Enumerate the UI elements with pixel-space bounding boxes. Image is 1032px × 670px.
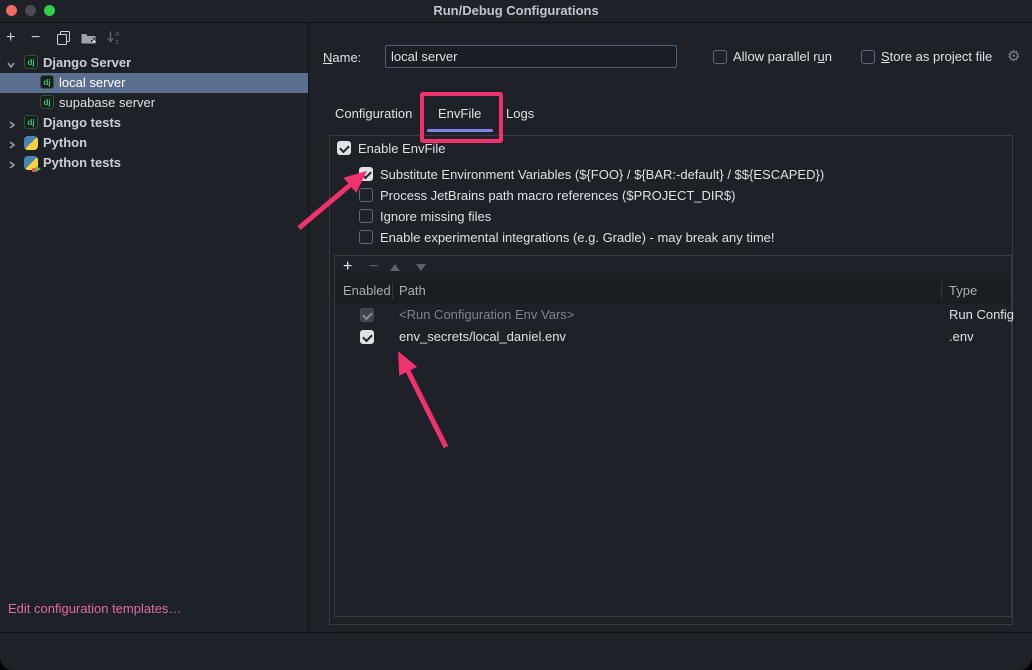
row-type: Run Config (949, 307, 1014, 322)
table-row-env-secrets[interactable]: env_secrets/local_daniel.env .env (335, 326, 1011, 348)
remove-env-file-button[interactable]: − (369, 259, 378, 275)
chevron-right-icon[interactable] (7, 118, 17, 133)
enable-envfile-label: Enable EnvFile (358, 141, 445, 156)
django-server-icon: dj (40, 95, 54, 109)
python-tests-icon (24, 156, 38, 170)
tab-logs[interactable]: Logs (506, 106, 534, 130)
store-as-project-file-checkbox[interactable] (861, 50, 875, 64)
remove-configuration-button[interactable]: − (31, 30, 40, 46)
store-as-project-file-label: Store as project file (881, 49, 992, 64)
env-files-table: + − Enabled Path Type <Run Configuration… (334, 255, 1012, 617)
sidebar-divider (308, 22, 309, 632)
name-input[interactable] (385, 45, 677, 68)
tree-item-django-tests[interactable]: dj Django tests (0, 113, 308, 133)
add-env-file-button[interactable]: + (343, 259, 352, 275)
process-path-macro-label: Process JetBrains path macro references … (380, 188, 735, 203)
ignore-missing-files-label: Ignore missing files (380, 209, 491, 224)
titlebar: Run/Debug Configurations (0, 0, 1032, 23)
edit-configuration-templates-link[interactable]: Edit configuration templates… (8, 601, 181, 616)
tree-item-django-server[interactable]: dj Django Server (0, 53, 308, 73)
move-up-icon[interactable] (390, 264, 400, 271)
experimental-integrations-label: Enable experimental integrations (e.g. G… (380, 230, 775, 245)
copy-configuration-icon[interactable] (56, 30, 71, 48)
substitute-env-vars-checkbox[interactable] (359, 167, 373, 181)
tab-configuration[interactable]: Configuration (335, 106, 412, 130)
chevron-right-icon[interactable] (7, 138, 17, 153)
dialog-title: Run/Debug Configurations (0, 3, 1032, 18)
django-server-icon: dj (40, 75, 54, 89)
column-header-path[interactable]: Path (399, 283, 426, 298)
row-type: .env (949, 329, 974, 344)
ignore-missing-files-checkbox[interactable] (359, 209, 373, 223)
row-path: env_secrets/local_daniel.env (399, 329, 566, 344)
allow-parallel-run-label: Allow parallel run (733, 49, 832, 64)
substitute-env-vars-label: Substitute Environment Variables (${FOO}… (380, 167, 824, 182)
process-path-macro-checkbox[interactable] (359, 188, 373, 202)
tree-item-supabase-server[interactable]: dj supabase server (0, 93, 308, 113)
column-divider (392, 282, 393, 299)
tree-item-python[interactable]: Python (0, 133, 308, 153)
add-configuration-button[interactable]: + (6, 30, 15, 46)
table-row-run-config-env-vars[interactable]: <Run Configuration Env Vars> Run Config (335, 304, 1011, 326)
tree-item-local-server[interactable]: dj local server (0, 73, 308, 93)
tree-label: Django Server (43, 55, 131, 70)
run-debug-configurations-dialog: Run/Debug Configurations + − az dj Djang… (0, 0, 1032, 670)
django-tests-icon: dj (24, 115, 38, 129)
name-label: Name: (323, 50, 361, 65)
active-tab-indicator (427, 129, 493, 132)
enable-envfile-checkbox[interactable] (337, 141, 351, 155)
tree-label: Django tests (43, 115, 121, 130)
move-down-icon[interactable] (416, 264, 426, 271)
sort-configurations-icon[interactable]: az (106, 29, 122, 48)
svg-text:z: z (115, 37, 119, 45)
tree-label: supabase server (59, 95, 155, 110)
footer-bar: ? Cancel Apply OK (0, 632, 1032, 670)
table-toolbar: + − (335, 256, 1011, 280)
experimental-integrations-checkbox[interactable] (359, 230, 373, 244)
column-divider (941, 302, 942, 616)
allow-parallel-run-checkbox[interactable] (713, 50, 727, 64)
tree-label: Python tests (43, 155, 121, 170)
tree-item-python-tests[interactable]: Python tests (0, 153, 308, 173)
table-header-row: Enabled Path Type (335, 279, 1011, 303)
column-header-enabled[interactable]: Enabled (343, 283, 391, 298)
new-folder-icon[interactable] (80, 30, 97, 48)
column-divider (941, 282, 942, 299)
tree-label: local server (59, 75, 125, 90)
row-enabled-checkbox (360, 308, 374, 322)
chevron-down-icon[interactable] (6, 58, 16, 73)
gear-icon[interactable]: ⚙ (1007, 49, 1020, 64)
row-path: <Run Configuration Env Vars> (399, 307, 574, 322)
django-server-icon: dj (24, 55, 38, 69)
column-header-type[interactable]: Type (949, 283, 977, 298)
row-enabled-checkbox[interactable] (360, 330, 374, 344)
chevron-right-icon[interactable] (7, 158, 17, 173)
tab-envfile[interactable]: EnvFile (438, 106, 481, 130)
python-icon (24, 136, 38, 150)
tree-label: Python (43, 135, 87, 150)
